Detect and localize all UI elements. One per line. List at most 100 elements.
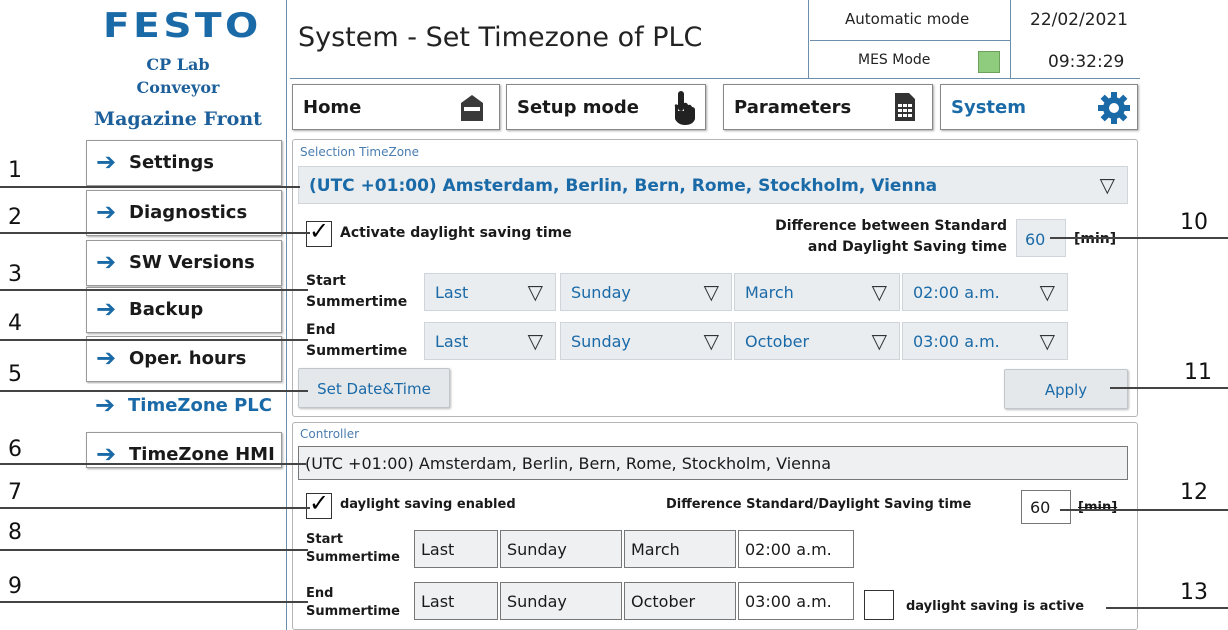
end-day-dropdown[interactable]: Sunday ▽ bbox=[560, 322, 732, 360]
gear-icon bbox=[1098, 92, 1130, 124]
arrow-right-icon: ➔ bbox=[96, 148, 117, 176]
controller-diff-minutes: 60 bbox=[1021, 490, 1071, 524]
callout-number: 8 bbox=[8, 520, 22, 545]
callout-number: 10 bbox=[1180, 210, 1208, 235]
end-summertime-label-1: End bbox=[306, 322, 336, 338]
sidebar-item-oper-hours[interactable]: ➔ Oper. hours bbox=[86, 336, 282, 382]
callout-number: 12 bbox=[1180, 480, 1208, 505]
home-label: Home bbox=[303, 97, 362, 118]
start-time-dropdown[interactable]: 02:00 a.m. ▽ bbox=[902, 273, 1068, 311]
sidebar-item-label: TimeZone PLC bbox=[128, 395, 272, 416]
diff-label-line1: Difference between Standard bbox=[775, 218, 1007, 234]
end-summertime-label-2: Summertime bbox=[306, 343, 408, 359]
sidebar-item-diagnostics[interactable]: ➔ Diagnostics bbox=[86, 190, 282, 236]
callout-number: 2 bbox=[8, 205, 22, 230]
home-button[interactable]: Home bbox=[292, 84, 500, 130]
callout-line bbox=[0, 601, 308, 603]
end-time-dropdown[interactable]: 03:00 a.m. ▽ bbox=[902, 322, 1068, 360]
controller-end-month: October bbox=[624, 582, 736, 620]
callout-number: 7 bbox=[8, 480, 22, 505]
end-day-value: Sunday bbox=[571, 332, 631, 351]
parameters-label: Parameters bbox=[734, 97, 852, 118]
start-summertime-label-2: Summertime bbox=[306, 294, 408, 310]
dst-enabled-label: daylight saving enabled bbox=[340, 497, 516, 512]
controller-end-label-2: Summertime bbox=[306, 604, 400, 619]
arrow-right-icon: ➔ bbox=[96, 198, 117, 226]
controller-end-day: Sunday bbox=[500, 582, 622, 620]
start-week-value: Last bbox=[435, 283, 469, 302]
system-label: System bbox=[951, 97, 1026, 118]
end-week-dropdown[interactable]: Last ▽ bbox=[424, 322, 556, 360]
callout-number: 11 bbox=[1184, 360, 1212, 385]
callout-number: 3 bbox=[8, 262, 22, 287]
chevron-down-icon: ▽ bbox=[871, 280, 887, 304]
callout-line bbox=[0, 549, 308, 551]
header-time: 09:32:29 bbox=[1048, 52, 1125, 72]
automatic-mode-label: Automatic mode bbox=[845, 10, 970, 28]
start-month-dropdown[interactable]: March ▽ bbox=[734, 273, 900, 311]
arrow-right-icon: ➔ bbox=[96, 248, 117, 276]
controller-start-month-value: March bbox=[631, 540, 680, 559]
controller-start-week-value: Last bbox=[421, 540, 455, 559]
festo-logo: FESTO bbox=[103, 6, 262, 46]
sidebar-item-backup[interactable]: ➔ Backup bbox=[86, 287, 282, 333]
sidebar-item-label: SW Versions bbox=[129, 252, 255, 273]
callout-number: 13 bbox=[1180, 580, 1208, 605]
controller-end-week-value: Last bbox=[421, 592, 455, 611]
sidebar-item-label: Settings bbox=[129, 152, 214, 173]
callout-line bbox=[1050, 237, 1228, 239]
dst-active-indicator bbox=[864, 590, 894, 620]
end-week-value: Last bbox=[435, 332, 469, 351]
controller-start-label-1: Start bbox=[306, 532, 343, 547]
header-divider bbox=[810, 40, 1010, 41]
callout-number: 6 bbox=[8, 437, 22, 462]
controller-end-label-1: End bbox=[306, 586, 334, 601]
start-week-dropdown[interactable]: Last ▽ bbox=[424, 273, 556, 311]
apply-button[interactable]: Apply bbox=[1004, 369, 1128, 409]
header-date: 22/02/2021 bbox=[1030, 10, 1128, 30]
controller-start-day-value: Sunday bbox=[507, 540, 567, 559]
controller-diff-label: Difference Standard/Daylight Saving time bbox=[666, 497, 972, 512]
brand-line-1: CP Lab bbox=[146, 55, 210, 74]
minutes-unit: [min] bbox=[1074, 231, 1117, 247]
timezone-dropdown[interactable]: (UTC +01:00) Amsterdam, Berlin, Bern, Ro… bbox=[298, 166, 1128, 204]
start-month-value: March bbox=[745, 283, 794, 302]
diff-minutes-value: 60 bbox=[1025, 230, 1046, 249]
callout-line bbox=[1110, 387, 1228, 389]
timezone-dropdown-value: (UTC +01:00) Amsterdam, Berlin, Bern, Ro… bbox=[309, 176, 938, 196]
controller-end-day-value: Sunday bbox=[507, 592, 567, 611]
chevron-down-icon: ▽ bbox=[1099, 173, 1115, 197]
controller-end-time-value: 03:00 a.m. bbox=[745, 592, 832, 611]
controller-timezone-field: (UTC +01:00) Amsterdam, Berlin, Bern, Ro… bbox=[298, 446, 1128, 480]
sidebar-item-sw-versions[interactable]: ➔ SW Versions bbox=[86, 240, 282, 286]
callout-line bbox=[0, 289, 308, 291]
activate-dst-label: Activate daylight saving time bbox=[340, 225, 572, 241]
controller-diff-value: 60 bbox=[1030, 498, 1051, 517]
diff-label-line2: and Daylight Saving time bbox=[807, 239, 1007, 255]
header-divider bbox=[808, 0, 809, 78]
selection-timezone-title: Selection TimeZone bbox=[300, 145, 420, 159]
activate-dst-checkbox[interactable]: ✓ bbox=[306, 217, 332, 247]
controller-start-day: Sunday bbox=[500, 530, 622, 568]
callout-line bbox=[0, 390, 308, 392]
chevron-down-icon: ▽ bbox=[703, 329, 719, 353]
setup-mode-label: Setup mode bbox=[517, 97, 639, 118]
callout-number: 4 bbox=[8, 311, 22, 336]
set-date-time-label: Set Date&Time bbox=[317, 380, 431, 398]
end-month-dropdown[interactable]: October ▽ bbox=[734, 322, 900, 360]
chevron-down-icon: ▽ bbox=[527, 280, 543, 304]
controller-end-time: 03:00 a.m. bbox=[738, 582, 854, 620]
sidebar-item-settings[interactable]: ➔ Settings bbox=[86, 140, 282, 186]
controller-start-month: March bbox=[624, 530, 736, 568]
chevron-down-icon: ▽ bbox=[1039, 280, 1055, 304]
set-date-time-button[interactable]: Set Date&Time bbox=[298, 368, 450, 408]
callout-line bbox=[1060, 509, 1228, 511]
dst-active-label: daylight saving is active bbox=[906, 599, 1085, 614]
system-button[interactable]: System bbox=[940, 84, 1138, 130]
calculator-icon bbox=[895, 93, 915, 121]
parameters-button[interactable]: Parameters bbox=[723, 84, 933, 130]
start-day-dropdown[interactable]: Sunday ▽ bbox=[560, 273, 732, 311]
setup-mode-button[interactable]: Setup mode bbox=[506, 84, 706, 130]
chevron-down-icon: ▽ bbox=[871, 329, 887, 353]
controller-end-week: Last bbox=[414, 582, 498, 620]
